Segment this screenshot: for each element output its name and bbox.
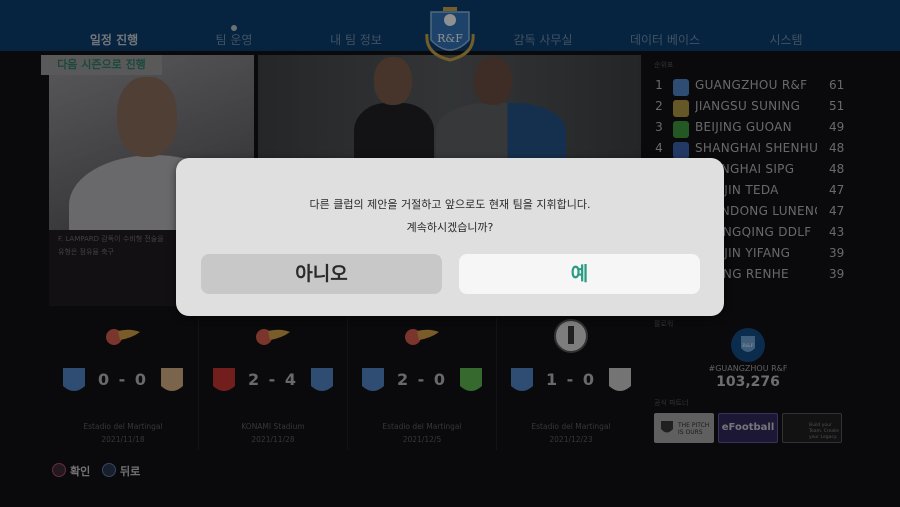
tab-system[interactable]: 시스템 bbox=[769, 31, 802, 48]
match-date: 2021/12/5 bbox=[402, 435, 442, 444]
away-team-badge-icon bbox=[609, 368, 631, 391]
follower-count: 103,276 bbox=[716, 374, 780, 390]
svg-text:R&F: R&F bbox=[437, 32, 463, 45]
standings-label: 순위표 bbox=[654, 61, 674, 69]
cross-button-icon bbox=[102, 463, 116, 477]
next-season-button[interactable]: 다음 시즌으로 진행 bbox=[41, 55, 162, 75]
standings-row[interactable]: 1 GUANGZHOU R&F 61 bbox=[652, 78, 852, 98]
follower-hashtag: #GUANGZHOU R&F bbox=[708, 364, 788, 373]
partner-pitch-text: THE PITCH IS OURS bbox=[678, 422, 710, 436]
tab-database[interactable]: 데이터 베이스 bbox=[630, 31, 700, 48]
followers-label: 팔로워 bbox=[654, 320, 674, 328]
standings-team: JIANGSU SUNING bbox=[695, 99, 801, 113]
match-score: 2 - 0 bbox=[396, 370, 448, 389]
team-badge-icon bbox=[673, 142, 689, 159]
standings-team: SHANGHAI SHENHUA bbox=[695, 141, 817, 155]
match-score: 1 - 0 bbox=[545, 370, 597, 389]
match-venue: Estadio del Martingal bbox=[83, 422, 163, 431]
standings-rank: 3 bbox=[655, 120, 663, 134]
away-team-badge-icon bbox=[460, 368, 482, 391]
dialog-question: 계속하시겠습니까? bbox=[406, 221, 494, 234]
confirm-dialog: 다른 클럽의 제안을 거절하고 앞으로도 현재 팀을 지휘합니다. 계속하시겠습… bbox=[176, 158, 724, 316]
shield-icon bbox=[661, 421, 673, 433]
standings-points: 39 bbox=[829, 267, 845, 281]
tab-my-team-info[interactable]: 내 팀 정보 bbox=[330, 31, 382, 48]
club-crest-logo: R&F bbox=[423, 4, 477, 64]
csl-league-icon bbox=[405, 329, 439, 345]
home-team-badge-icon bbox=[213, 368, 235, 391]
match-venue: Estadio del Martingal bbox=[531, 422, 611, 431]
yes-button[interactable]: 예 bbox=[459, 254, 700, 294]
match-date: 2021/11/28 bbox=[251, 435, 295, 444]
match-card[interactable]: 0 - 0 Estadio del Martingal 2021/11/18 bbox=[49, 318, 197, 450]
tab-schedule[interactable]: 일정 진행 bbox=[90, 31, 138, 48]
partner-club[interactable]: Build your Team. Create your Legacy. bbox=[782, 413, 842, 443]
partner-club-text: Build your Team. Create your Legacy. bbox=[809, 423, 839, 440]
home-team-badge-icon bbox=[63, 368, 85, 391]
match-card[interactable]: 1 - 0 Estadio del Martingal 2021/12/23 bbox=[497, 318, 645, 450]
standings-points: 61 bbox=[829, 78, 845, 92]
svg-text:R&F: R&F bbox=[742, 343, 754, 349]
match-date: 2021/11/18 bbox=[101, 435, 145, 444]
match-score: 0 - 0 bbox=[97, 370, 149, 389]
standings-points: 48 bbox=[829, 162, 845, 176]
away-team-badge-icon bbox=[161, 368, 183, 391]
circle-button-icon bbox=[52, 463, 66, 477]
csl-league-icon bbox=[106, 329, 140, 345]
team-badge-icon bbox=[673, 100, 689, 117]
match-card[interactable]: 2 - 4 KONAMI Stadium 2021/11/28 bbox=[199, 318, 347, 450]
standings-team: GUANGZHOU R&F bbox=[695, 78, 808, 92]
tab-manager-office[interactable]: 감독 사무실 bbox=[513, 31, 572, 48]
standings-points: 51 bbox=[829, 99, 845, 113]
cup-competition-icon bbox=[554, 319, 588, 353]
away-team-badge-icon bbox=[311, 368, 333, 391]
standings-team: BEIJING GUOAN bbox=[695, 120, 792, 134]
back-hint[interactable]: 뒤로 bbox=[120, 463, 140, 479]
match-score: 2 - 4 bbox=[247, 370, 299, 389]
standings-rank: 1 bbox=[655, 78, 663, 92]
standings-points: 47 bbox=[829, 183, 845, 197]
standings-rank: 2 bbox=[655, 99, 663, 113]
standings-rank: 4 bbox=[655, 141, 663, 155]
standings-points: 43 bbox=[829, 225, 845, 239]
standings-points: 49 bbox=[829, 120, 845, 134]
standings-points: 39 bbox=[829, 246, 845, 260]
partners-label: 공식 파트너 bbox=[654, 399, 689, 407]
match-card[interactable]: 2 - 0 Estadio del Martingal 2021/12/5 bbox=[348, 318, 496, 450]
featured-photo[interactable] bbox=[258, 55, 641, 163]
standings-row[interactable]: 2 JIANGSU SUNING 51 bbox=[652, 99, 852, 119]
csl-league-icon bbox=[256, 329, 290, 345]
partner-efootball[interactable]: eFootball bbox=[718, 413, 778, 443]
home-team-badge-icon bbox=[511, 368, 533, 391]
match-date: 2021/12/23 bbox=[549, 435, 593, 444]
partner-pitch[interactable]: THE PITCH IS OURS bbox=[654, 413, 714, 443]
standings-row[interactable]: 3 BEIJING GUOAN 49 bbox=[652, 120, 852, 140]
tab-team-management[interactable]: 팀 운영 bbox=[216, 31, 253, 48]
club-crest-avatar: R&F bbox=[731, 328, 765, 362]
match-venue: KONAMI Stadium bbox=[241, 422, 305, 431]
dialog-message: 다른 클럽의 제안을 거절하고 앞으로도 현재 팀을 지휘합니다. bbox=[309, 198, 591, 211]
team-badge-icon bbox=[673, 121, 689, 138]
home-team-badge-icon bbox=[362, 368, 384, 391]
match-venue: Estadio del Martingal bbox=[382, 422, 462, 431]
no-button[interactable]: 아니오 bbox=[201, 254, 442, 294]
confirm-hint[interactable]: 확인 bbox=[70, 463, 90, 479]
standings-points: 47 bbox=[829, 204, 845, 218]
team-badge-icon bbox=[673, 79, 689, 96]
standings-points: 48 bbox=[829, 141, 845, 155]
